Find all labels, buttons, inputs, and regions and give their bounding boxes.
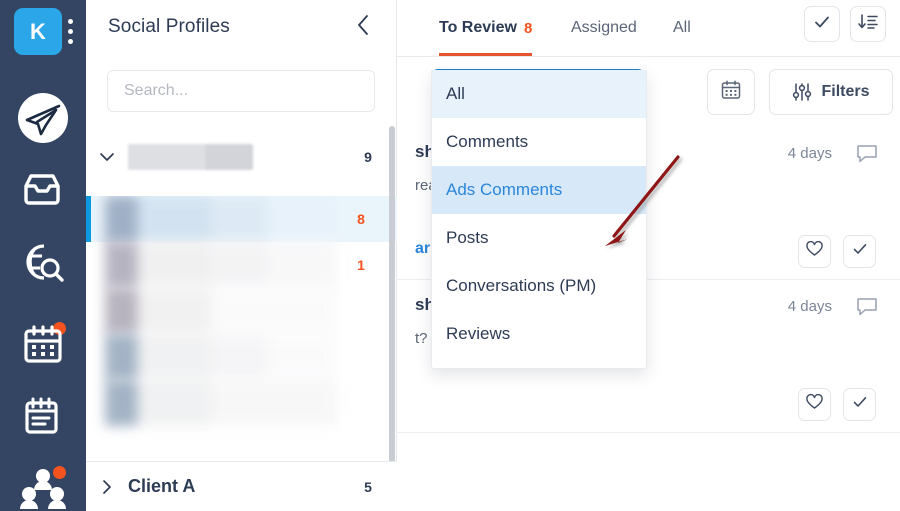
profile-name-redacted xyxy=(105,288,337,334)
profile-name-redacted xyxy=(105,196,337,242)
timestamp: 4 days xyxy=(788,298,832,315)
approve-button[interactable] xyxy=(843,388,876,421)
heart-icon xyxy=(806,394,823,415)
rail-header: K xyxy=(0,0,86,68)
inbox-icon xyxy=(20,170,66,210)
sliders-icon xyxy=(792,82,812,102)
rail-item-tasks[interactable] xyxy=(0,388,86,444)
comment-body: t? xyxy=(415,330,428,347)
calendar-filter-button[interactable] xyxy=(707,69,755,115)
group-count: 5 xyxy=(339,479,397,495)
mark-all-done-button[interactable] xyxy=(804,6,840,42)
tab-bar: To Review 8 Assigned All xyxy=(397,0,900,57)
sort-button[interactable] xyxy=(850,6,886,42)
search-field-wrapper xyxy=(107,70,375,112)
dropdown-option-ads-comments[interactable]: Ads Comments xyxy=(432,166,646,214)
list-item[interactable] xyxy=(86,380,397,426)
check-icon xyxy=(812,12,832,37)
more-options-icon[interactable] xyxy=(68,19,73,44)
send-icon xyxy=(15,90,71,146)
panel-header: Social Profiles xyxy=(86,0,396,60)
calendar-icon xyxy=(21,323,65,365)
tab-label: To Review xyxy=(439,19,517,37)
globe-search-icon xyxy=(20,241,66,283)
heart-icon xyxy=(806,241,823,262)
tab-to-review[interactable]: To Review 8 xyxy=(439,0,532,56)
list-item[interactable] xyxy=(86,334,397,380)
timestamp: 4 days xyxy=(788,145,832,162)
rail-item-calendar[interactable] xyxy=(0,316,86,372)
check-icon xyxy=(851,393,869,416)
like-button[interactable] xyxy=(798,388,831,421)
tab-label: Assigned xyxy=(571,19,637,37)
comment-bubble-icon xyxy=(856,297,878,322)
group-name: Client A xyxy=(128,476,339,497)
list-item[interactable]: 1 xyxy=(86,242,397,288)
panel-scrollbar[interactable] xyxy=(389,126,395,500)
chevron-left-icon xyxy=(355,13,371,42)
group-name-redacted xyxy=(128,144,339,170)
clipboard-icon xyxy=(21,395,65,437)
people-icon xyxy=(20,468,66,511)
profile-count: 1 xyxy=(341,242,381,288)
left-nav-rail: K xyxy=(0,0,86,511)
rail-item-discovery[interactable] xyxy=(0,234,86,290)
profile-group-row-client-a[interactable]: Client A 5 xyxy=(86,461,397,511)
tab-assigned[interactable]: Assigned xyxy=(571,0,637,56)
dropdown-option-comments[interactable]: Comments xyxy=(432,118,646,166)
chevron-down-icon xyxy=(86,151,128,163)
tab-label: All xyxy=(673,19,691,37)
filters-button[interactable]: Filters xyxy=(769,69,893,115)
profile-name-redacted xyxy=(105,380,337,426)
sort-descending-icon xyxy=(857,12,879,37)
app-root: K xyxy=(0,0,900,511)
social-profiles-panel: Social Profiles 9 8 xyxy=(86,0,397,511)
type-filter-dropdown: All Comments Ads Comments Posts Conversa… xyxy=(431,70,647,369)
dropdown-option-reviews[interactable]: Reviews xyxy=(432,310,646,358)
profile-group-row[interactable]: 9 xyxy=(86,134,397,180)
app-logo[interactable]: K xyxy=(14,8,62,55)
tab-count: 8 xyxy=(524,20,532,37)
chevron-right-icon xyxy=(86,479,128,495)
list-item[interactable] xyxy=(86,288,397,334)
page-title: Social Profiles xyxy=(108,16,230,38)
dropdown-option-all[interactable]: All xyxy=(432,70,646,118)
profile-count: 8 xyxy=(341,196,381,242)
dropdown-option-conversations-pm[interactable]: Conversations (PM) xyxy=(432,262,646,310)
comment-bubble-icon xyxy=(856,144,878,169)
rail-item-team[interactable] xyxy=(0,462,86,511)
collapse-panel-button[interactable] xyxy=(350,14,376,40)
rail-item-send[interactable] xyxy=(0,90,86,146)
dropdown-option-posts[interactable]: Posts xyxy=(432,214,646,262)
search-input[interactable] xyxy=(107,70,375,112)
profile-name-redacted xyxy=(105,334,337,380)
profile-list: 8 1 xyxy=(86,196,397,462)
filters-label: Filters xyxy=(821,83,869,101)
main-content: To Review 8 Assigned All xyxy=(397,0,900,511)
calendar-icon xyxy=(720,79,742,106)
check-icon xyxy=(851,240,869,263)
like-button[interactable] xyxy=(798,235,831,268)
list-item[interactable]: 8 xyxy=(86,196,397,242)
profile-name-redacted xyxy=(105,242,337,288)
approve-button[interactable] xyxy=(843,235,876,268)
rail-item-inbox[interactable] xyxy=(0,162,86,218)
tab-all[interactable]: All xyxy=(673,0,691,56)
